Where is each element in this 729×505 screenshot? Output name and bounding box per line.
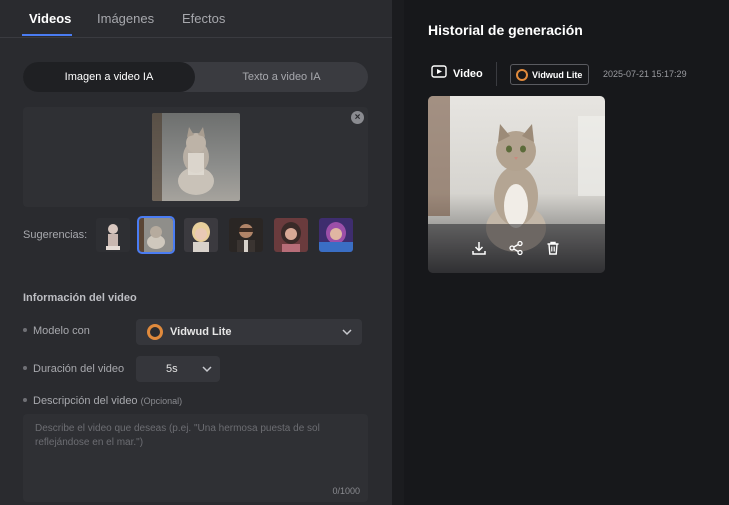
mode-switch: Imagen a video IA Texto a video IA: [23, 62, 368, 92]
tab-videos[interactable]: Videos: [29, 11, 71, 26]
suggestion-thumb-4[interactable]: [229, 218, 263, 252]
optional-tag: (Opcional): [140, 396, 183, 406]
trash-icon[interactable]: [545, 240, 561, 256]
model-label-text: Modelo con: [33, 325, 90, 337]
tab-efectos[interactable]: Efectos: [182, 11, 225, 26]
suggestions-label: Sugerencias:: [23, 229, 88, 241]
duration-label-text: Duración del video: [33, 363, 125, 375]
uploaded-image: [152, 113, 240, 201]
chevron-down-icon: [202, 356, 212, 382]
suggestion-thumb-5[interactable]: [274, 218, 308, 252]
duration-select-value: 5s: [166, 363, 178, 375]
bullet-icon: [23, 398, 27, 403]
mode-image-to-video[interactable]: Imagen a video IA: [23, 62, 195, 92]
active-tab-indicator: [22, 34, 72, 36]
model-label: Modelo con: [23, 325, 90, 337]
description-input[interactable]: Describe el video que deseas (p.ej. "Una…: [23, 414, 368, 502]
history-model-name: Vidwud Lite: [532, 69, 583, 80]
history-title: Historial de generación: [428, 22, 583, 38]
description-label: Descripción del video (Opcional): [23, 395, 182, 407]
suggestion-thumb-6[interactable]: [319, 218, 353, 252]
card-actions: [428, 235, 605, 265]
bullet-icon: [23, 366, 27, 371]
model-select-value: Vidwud Lite: [170, 326, 232, 338]
mode-text-to-video[interactable]: Texto a video IA: [195, 62, 368, 92]
share-icon[interactable]: [508, 240, 524, 256]
vidwud-logo-icon: [147, 324, 163, 340]
meta-separator: [496, 62, 497, 86]
tabs-divider: [0, 37, 392, 38]
suggestion-thumb-1[interactable]: [96, 218, 130, 252]
chevron-down-icon: [342, 319, 352, 345]
duration-label: Duración del video: [23, 363, 124, 375]
suggestion-thumb-2[interactable]: [137, 216, 175, 254]
description-label-text: Descripción del video: [33, 395, 138, 407]
history-timestamp: 2025-07-21 15:17:29: [603, 69, 687, 79]
description-placeholder: Describe el video que deseas (p.ej. "Una…: [35, 423, 320, 448]
history-type-label: Video: [453, 68, 483, 80]
bullet-icon: [23, 328, 27, 333]
suggestion-thumb-3[interactable]: [184, 218, 218, 252]
download-icon[interactable]: [471, 240, 487, 256]
character-counter: 0/1000: [332, 486, 360, 496]
tab-imagenes[interactable]: Imágenes: [97, 11, 154, 26]
history-model-badge: Vidwud Lite: [510, 64, 589, 85]
video-icon: [431, 65, 447, 83]
history-type: Video: [431, 65, 483, 83]
model-select[interactable]: Vidwud Lite: [136, 319, 362, 345]
panel-divider: [392, 0, 404, 505]
remove-image-button[interactable]: ×: [351, 111, 364, 124]
duration-select[interactable]: 5s: [136, 356, 220, 382]
vidwud-logo-icon: [516, 68, 528, 81]
tabs-bar: Videos Imágenes Efectos: [0, 0, 392, 38]
video-info-title: Información del video: [23, 292, 137, 304]
generator-panel: Videos Imágenes Efectos Imagen a video I…: [0, 0, 392, 505]
